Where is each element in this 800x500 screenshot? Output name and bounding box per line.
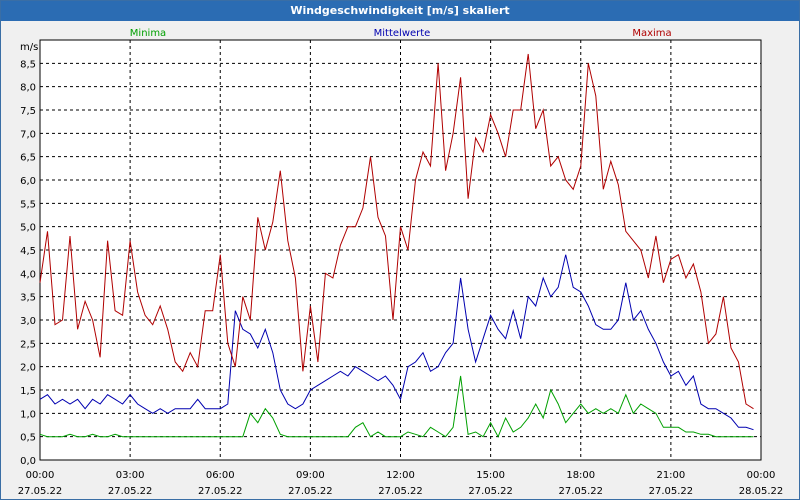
x-tick-date: 27.05.22 (108, 486, 153, 497)
y-tick-label: 8,5 (20, 59, 36, 70)
y-tick-label: 6,5 (20, 153, 36, 164)
y-tick-label: 0,0 (20, 456, 36, 467)
x-tick-time: 09:00 (296, 470, 325, 481)
x-tick-date: 27.05.22 (558, 486, 603, 497)
legend: Minima Mittelwerte Maxima (130, 28, 672, 39)
x-tick-time: 15:00 (476, 470, 505, 481)
legend-entry-minima: Minima (130, 28, 166, 39)
y-tick-label: 6,0 (20, 176, 36, 187)
x-tick-date: 27.05.22 (198, 486, 243, 497)
x-tick-date: 27.05.22 (468, 486, 513, 497)
x-tick-time: 03:00 (116, 470, 145, 481)
x-tick-time: 00:00 (747, 470, 776, 481)
x-tick-time: 06:00 (206, 470, 235, 481)
y-tick-label: 0,5 (20, 433, 36, 444)
x-tick-time: 12:00 (386, 470, 415, 481)
x-tick-time: 18:00 (566, 470, 595, 481)
y-tick-label: 8,0 (20, 83, 36, 94)
y-tick-label: 7,0 (20, 129, 36, 140)
y-tick-label: 5,0 (20, 223, 36, 234)
y-tick-label: 1,5 (20, 386, 36, 397)
y-tick-label: 4,5 (20, 246, 36, 257)
x-tick-time: 21:00 (656, 470, 685, 481)
x-tick-date: 27.05.22 (18, 486, 63, 497)
y-axis: 0,0 0,5 1,0 1,5 2,0 2,5 3,0 3,5 4,0 4,5 5,0 5,5 6,0 6… (20, 59, 36, 467)
y-tick-label: 1,0 (20, 409, 36, 420)
legend-entry-maxima: Maxima (632, 28, 671, 39)
x-tick-date: 28.05.22 (739, 486, 784, 497)
y-tick-label: 5,5 (20, 199, 36, 210)
wind-chart: 0,0 0,5 1,0 1,5 2,0 2,5 3,0 3,5 4,0 4,5 5,0 5,5 6,0 6… (18, 28, 784, 497)
y-axis-label: m/s (20, 42, 38, 53)
legend-entry-mittelwerte: Mittelwerte (374, 28, 431, 39)
x-tick-date: 27.05.22 (378, 486, 423, 497)
x-axis: 00:00 27.05.22 03:00 27.05.22 06:00 27.05.22 0… (18, 470, 784, 497)
y-tick-label: 3,5 (20, 293, 36, 304)
x-tick-date: 27.05.22 (649, 486, 694, 497)
y-tick-label: 7,5 (20, 106, 36, 117)
y-tick-label: 3,0 (20, 316, 36, 327)
y-tick-label: 2,5 (20, 339, 36, 350)
x-tick-date: 27.05.22 (288, 486, 333, 497)
x-tick-time: 00:00 (26, 470, 55, 481)
y-tick-label: 4,0 (20, 269, 36, 280)
y-tick-label: 2,0 (20, 363, 36, 374)
